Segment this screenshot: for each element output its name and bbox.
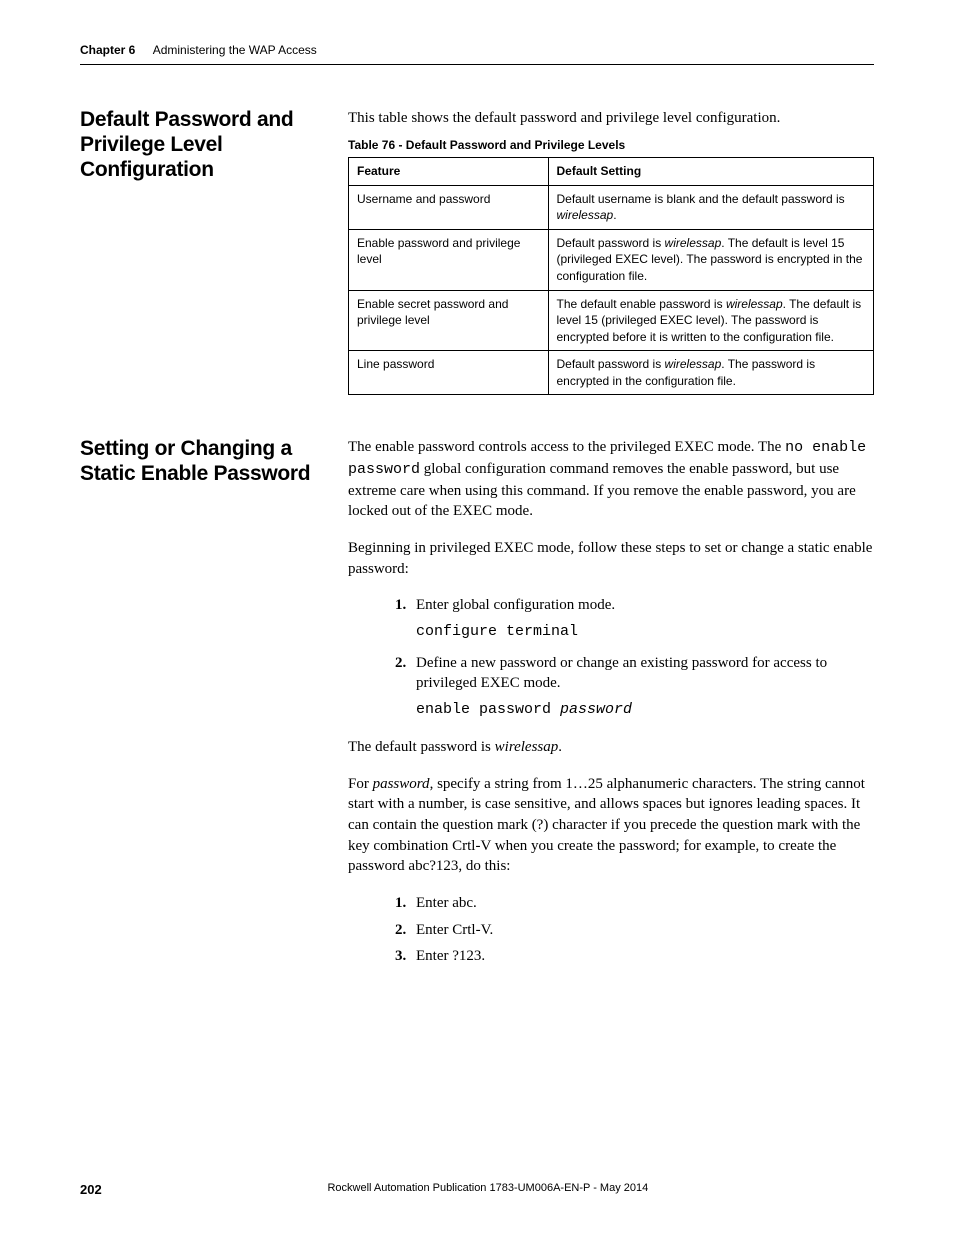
cell-feature: Enable secret password and privilege lev… (349, 290, 549, 351)
setting-em: wirelessap (557, 208, 614, 222)
cell-feature: Username and password (349, 185, 549, 229)
step-item: Define a new password or change an exist… (410, 653, 874, 721)
step-item: Enter global configuration mode. configu… (410, 595, 874, 642)
table-caption: Table 76 - Default Password and Privileg… (348, 137, 874, 154)
cell-setting: Default password is wirelessap. The pass… (548, 351, 874, 395)
setting-em: wirelessap (665, 357, 722, 371)
default-password-table: Feature Default Setting Username and pas… (348, 157, 874, 395)
p3-a: The default password is (348, 739, 495, 755)
section-body: This table shows the default password an… (348, 108, 874, 395)
substep-item: Enter ?123. (410, 946, 874, 967)
page-footer: 202 Rockwell Automation Publication 1783… (80, 1181, 874, 1199)
cell-feature: Line password (349, 351, 549, 395)
section-static-enable-password: Setting or Changing a Static Enable Pass… (80, 437, 874, 973)
step-text: Define a new password or change an exist… (416, 655, 827, 692)
code-arg: password (560, 701, 632, 718)
cell-setting: The default enable password is wirelessa… (548, 290, 874, 351)
chapter-label: Chapter 6 (80, 43, 135, 57)
code-pre: enable password (416, 701, 560, 718)
setting-post: . (613, 208, 616, 222)
setting-pre: Default password is (557, 357, 665, 371)
p1-text-a: The enable password controls access to t… (348, 439, 785, 455)
cell-feature: Enable password and privilege level (349, 229, 549, 290)
setting-em: wirelessap (726, 297, 783, 311)
table-row: Enable password and privilege level Defa… (349, 229, 874, 290)
table-row: Line password Default password is wirele… (349, 351, 874, 395)
section-body: The enable password controls access to t… (348, 437, 874, 973)
p3-b: . (558, 739, 562, 755)
intro-text: This table shows the default password an… (348, 108, 874, 129)
p1-text-b: global configuration command removes the… (348, 461, 856, 519)
table-header-row: Feature Default Setting (349, 158, 874, 186)
paragraph: The enable password controls access to t… (348, 437, 874, 522)
table-row: Username and password Default username i… (349, 185, 874, 229)
page-header: Chapter 6 Administering the WAP Access (80, 42, 874, 65)
section-heading: Default Password and Privilege Level Con… (80, 108, 348, 182)
step-code: configure terminal (416, 622, 874, 643)
page-content: Default Password and Privilege Level Con… (80, 108, 874, 973)
paragraph: Beginning in privileged EXEC mode, follo… (348, 538, 874, 579)
section-heading: Setting or Changing a Static Enable Pass… (80, 437, 348, 487)
substep-item: Enter abc. (410, 893, 874, 914)
p3-em: wirelessap (495, 739, 559, 755)
col-default-setting: Default Setting (548, 158, 874, 186)
paragraph: The default password is wirelessap. (348, 737, 874, 758)
publication-info: Rockwell Automation Publication 1783-UM0… (80, 1181, 874, 1196)
p4-em: password (373, 776, 430, 792)
substeps-list: Enter abc. Enter Crtl-V. Enter ?123. (348, 893, 874, 967)
setting-pre: Default username is blank and the defaul… (557, 192, 845, 206)
document-page: Chapter 6 Administering the WAP Access D… (0, 0, 954, 1235)
substep-item: Enter Crtl-V. (410, 920, 874, 941)
p4-a: For (348, 776, 373, 792)
chapter-title: Administering the WAP Access (153, 43, 317, 57)
setting-pre: Default password is (557, 236, 665, 250)
col-feature: Feature (349, 158, 549, 186)
steps-list: Enter global configuration mode. configu… (348, 595, 874, 720)
page-number: 202 (80, 1181, 102, 1199)
table-row: Enable secret password and privilege lev… (349, 290, 874, 351)
section-default-password: Default Password and Privilege Level Con… (80, 108, 874, 395)
setting-em: wirelessap (665, 236, 722, 250)
step-text: Enter global configuration mode. (416, 597, 615, 613)
cell-setting: Default password is wirelessap. The defa… (548, 229, 874, 290)
setting-pre: The default enable password is (557, 297, 726, 311)
step-code: enable password password (416, 700, 874, 721)
cell-setting: Default username is blank and the defaul… (548, 185, 874, 229)
paragraph: For password, specify a string from 1…25… (348, 774, 874, 877)
